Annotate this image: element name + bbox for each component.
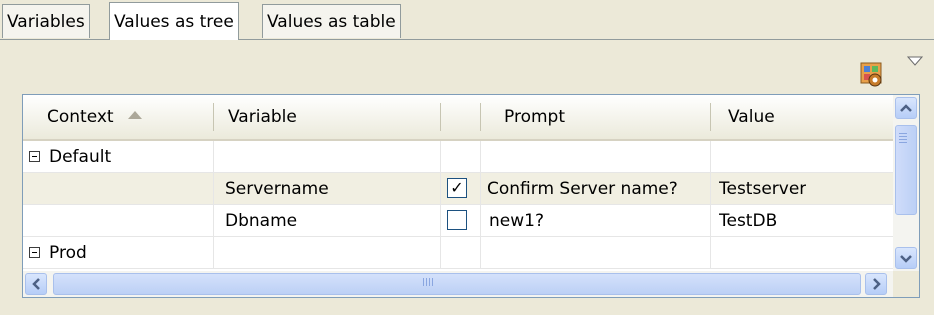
toolbar [0,40,934,94]
column-header-context[interactable]: Context [23,95,213,139]
column-header-prompt[interactable]: Prompt [480,95,710,139]
chevron-left-icon [32,278,40,290]
prompt-checkbox[interactable] [447,210,467,230]
tree-row-variable-dbname[interactable]: Dbname new1? TestDB [23,205,893,237]
horizontal-scroll-thumb[interactable] [53,273,861,295]
properties-icon[interactable] [860,62,884,88]
chevron-up-icon [900,104,912,112]
column-gridline [480,141,481,173]
prompt-cell[interactable]: new1? [489,205,544,237]
context-label: Prod [49,243,87,263]
scroll-left-button[interactable] [25,273,47,295]
column-gridline [480,205,481,237]
column-header-variable[interactable]: Variable [213,95,440,139]
column-gridline [213,173,214,205]
value-cell[interactable]: Testserver [719,173,806,205]
context-values-tree-table: Context Variable Prompt Value Default Se… [22,94,920,298]
scroll-right-button[interactable] [865,273,887,295]
scroll-up-button[interactable] [895,97,917,119]
view-menu-icon[interactable] [905,55,925,67]
vertical-scrollbar[interactable] [893,95,919,271]
context-label: Default [49,147,112,167]
column-header-value[interactable]: Value [710,95,893,139]
column-gridline [710,205,711,237]
table-header: Context Variable Prompt Value [23,95,893,141]
tree-row-variable-servername[interactable]: Servername ✓ Confirm Server name? Testse… [23,173,893,205]
chevron-right-icon [873,278,881,290]
column-gridline [213,141,214,173]
column-header-label: Context [47,107,114,127]
column-gridline [213,205,214,237]
tree-row-context-prod[interactable]: Prod [23,237,893,269]
column-gridline [213,237,214,269]
column-gridline [480,237,481,269]
sort-ascending-icon [127,111,142,119]
column-gridline [440,237,441,269]
chevron-down-icon [900,255,912,263]
column-gridline [710,237,711,269]
variable-name-cell[interactable]: Dbname [225,205,297,237]
column-gridline [710,173,711,205]
column-gridline [710,141,711,173]
value-cell[interactable]: TestDB [719,205,777,237]
prompt-cell[interactable]: Confirm Server name? [487,173,678,205]
scrollbar-corner [893,271,919,297]
prompt-checkbox[interactable]: ✓ [447,178,467,198]
vertical-scroll-thumb[interactable] [895,125,917,215]
column-gridline [440,141,441,173]
column-gridline [440,173,441,205]
collapse-toggle-icon[interactable] [29,151,40,162]
thumb-grip [423,278,424,286]
collapse-toggle-icon[interactable] [29,247,40,258]
scroll-down-button[interactable] [895,247,917,269]
column-gridline [440,205,441,237]
thumb-grip [899,133,907,134]
horizontal-scrollbar[interactable] [23,271,893,297]
tab-values-as-tree[interactable]: Values as tree [109,2,239,40]
column-gridline [480,173,481,205]
tab-bar: Variables Values as tree Values as table [0,0,934,40]
tab-values-as-table[interactable]: Values as table [262,4,401,38]
tab-variables[interactable]: Variables [2,4,90,38]
tree-row-context-default[interactable]: Default [23,141,893,173]
context-variables-panel: Variables Values as tree Values as table… [0,0,934,315]
column-header-check[interactable] [440,95,480,139]
variable-name-cell[interactable]: Servername [225,173,329,205]
